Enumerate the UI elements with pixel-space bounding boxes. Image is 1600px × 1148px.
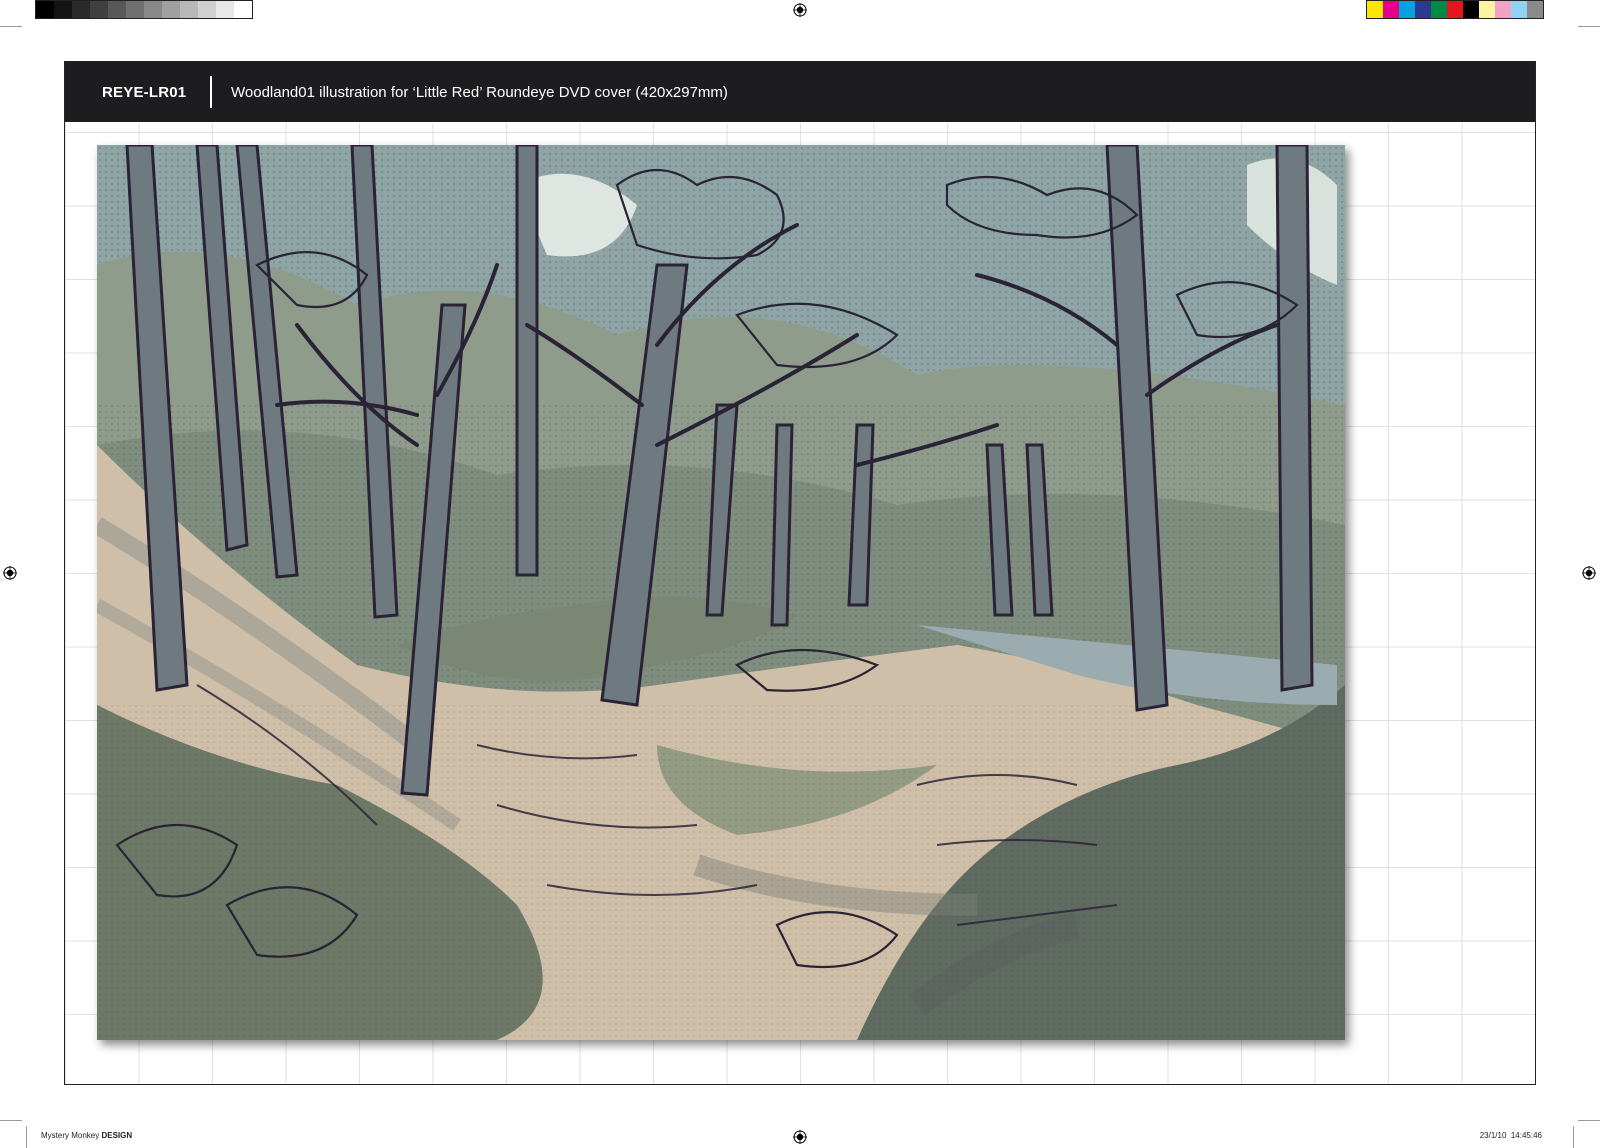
calibration-swatch: [90, 1, 108, 18]
color-calibration-bar: [1366, 0, 1544, 19]
calibration-swatch: [234, 1, 252, 18]
calibration-swatch: [162, 1, 180, 18]
print-time: 14:45:46: [1510, 1131, 1542, 1140]
calibration-swatch: [1383, 1, 1399, 18]
crop-mark: [1578, 26, 1600, 27]
calibration-swatch: [1415, 1, 1431, 18]
calibration-swatch: [72, 1, 90, 18]
crop-mark: [0, 1120, 22, 1121]
print-timestamp: 23/1/10 14:45:46: [1480, 1131, 1542, 1140]
calibration-swatch: [144, 1, 162, 18]
calibration-swatch: [198, 1, 216, 18]
crop-mark: [26, 1126, 27, 1148]
calibration-swatch: [216, 1, 234, 18]
job-description: Woodland01 illustration for ‘Little Red’…: [231, 83, 728, 101]
print-date: 23/1/10: [1479, 1131, 1507, 1140]
proof-sheet: REYE-LR01 Woodland01 illustration for ‘L…: [64, 61, 1536, 1085]
studio-credit: Mystery Monkey DESIGN: [41, 1131, 132, 1140]
woodland-illustration: [97, 145, 1345, 1040]
calibration-swatch: [180, 1, 198, 18]
woodland-illustration-drawing: [97, 145, 1345, 1040]
crop-mark: [1573, 1126, 1574, 1148]
grayscale-calibration-bar: [35, 0, 253, 19]
calibration-swatch: [108, 1, 126, 18]
registration-target-icon: [793, 1130, 807, 1144]
calibration-swatch: [1511, 1, 1527, 18]
calibration-swatch: [1447, 1, 1463, 18]
calibration-swatch: [1479, 1, 1495, 18]
calibration-swatch: [126, 1, 144, 18]
calibration-swatch: [1399, 1, 1415, 18]
calibration-swatch: [1495, 1, 1511, 18]
registration-target-icon: [793, 3, 807, 17]
registration-target-icon: [1582, 566, 1596, 580]
job-code: REYE-LR01: [102, 83, 187, 101]
calibration-swatch: [1431, 1, 1447, 18]
calibration-swatch: [1367, 1, 1383, 18]
calibration-swatch: [1463, 1, 1479, 18]
calibration-swatch: [36, 1, 54, 18]
registration-target-icon: [3, 566, 17, 580]
studio-suffix: DESIGN: [101, 1131, 133, 1140]
crop-mark: [0, 26, 22, 27]
studio-name: Mystery Monkey: [41, 1131, 100, 1140]
proof-header: REYE-LR01 Woodland01 illustration for ‘L…: [65, 62, 1535, 122]
calibration-swatch: [54, 1, 72, 18]
calibration-swatch: [1527, 1, 1543, 18]
crop-mark: [1578, 1120, 1600, 1121]
